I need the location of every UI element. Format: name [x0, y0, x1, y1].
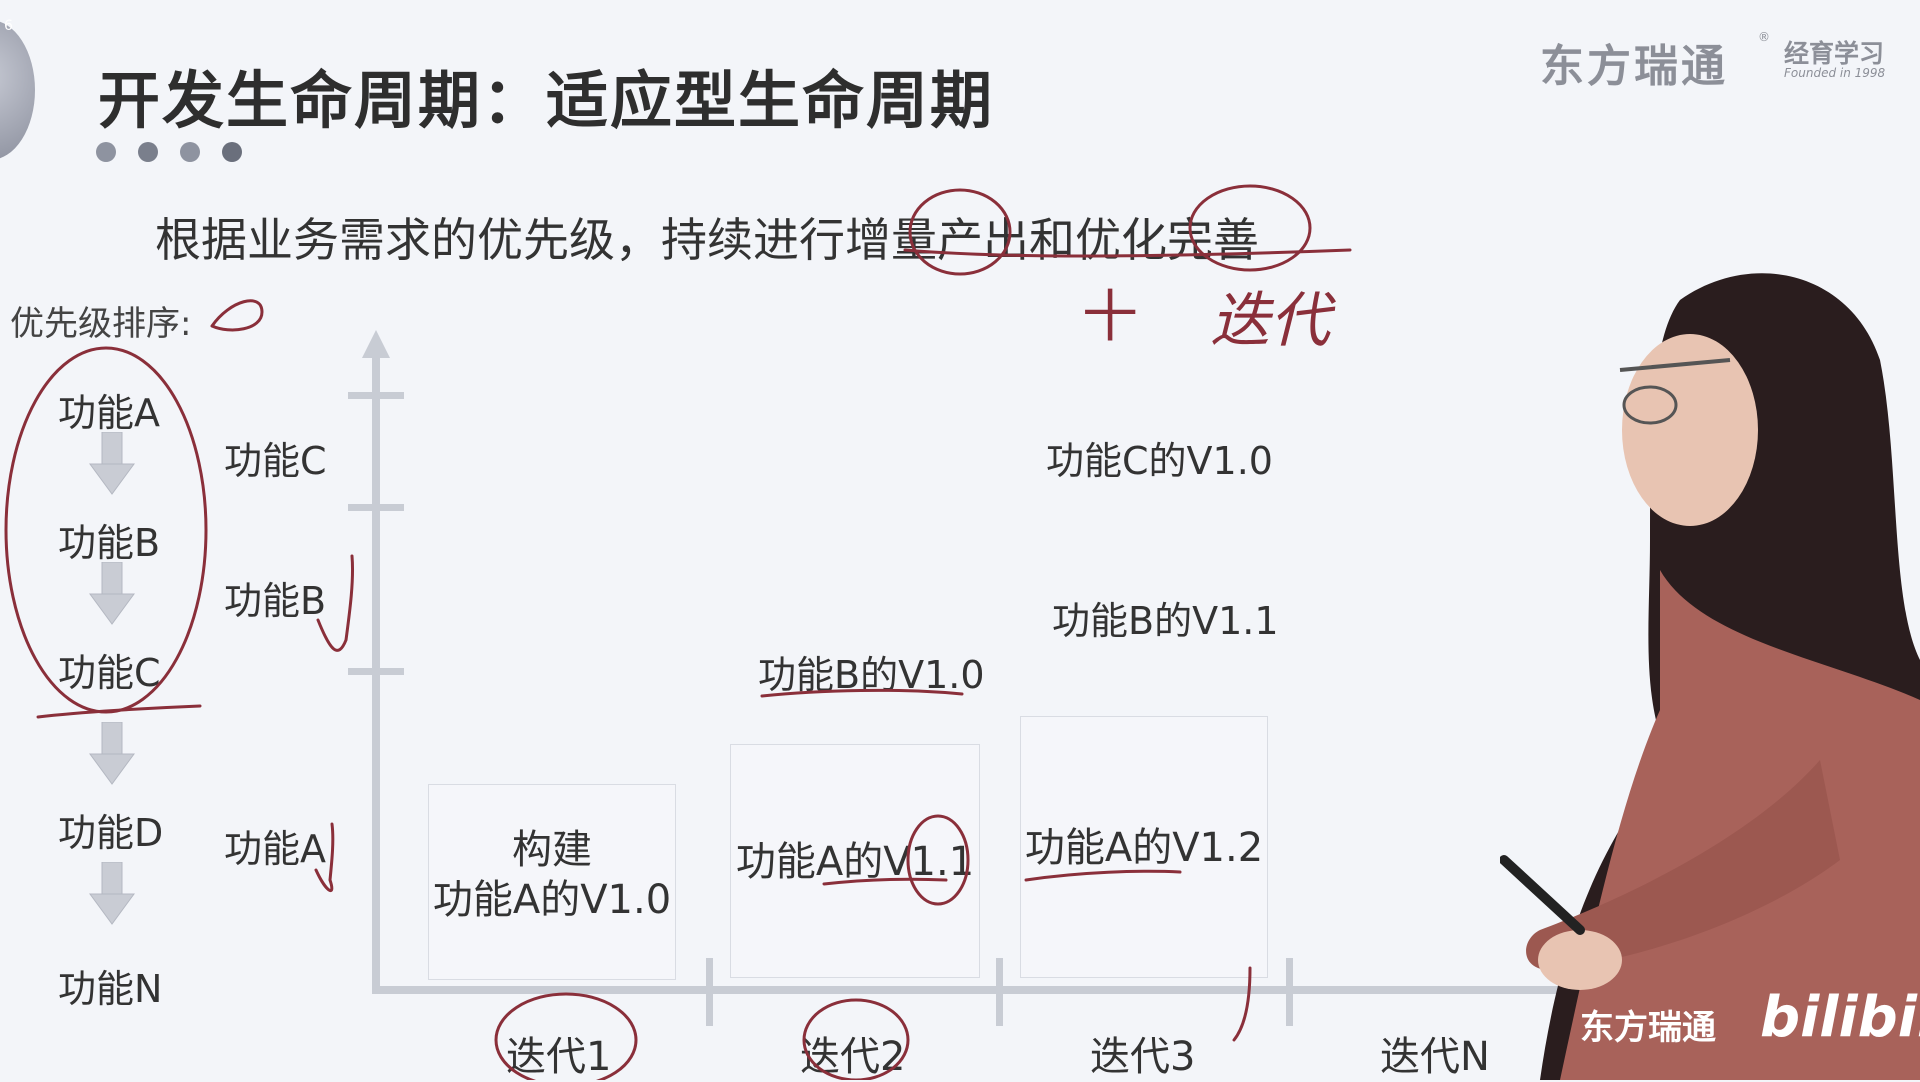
version-underline-mark	[1024, 869, 1182, 882]
iteration-circle-mark	[802, 998, 910, 1080]
version-underline-mark	[822, 877, 948, 886]
channel-watermark: 东方瑞通	[1580, 1008, 1716, 1048]
label-scribble-mark	[210, 299, 264, 332]
iteration-circle-mark	[494, 992, 638, 1080]
subtitle-circle-mark	[1188, 184, 1312, 272]
check-mark	[314, 822, 335, 893]
version-underline-mark	[760, 688, 964, 698]
presenter-image	[1500, 273, 1920, 1080]
subtitle-underline-mark	[903, 248, 1352, 258]
bilibili-logo: bilibili	[1760, 985, 1920, 1050]
subtitle-circle-mark	[908, 188, 1012, 276]
iteration-check-mark	[1232, 966, 1252, 1042]
version-circle-mark	[906, 814, 970, 906]
priority-underline-mark	[36, 704, 202, 719]
check-mark	[316, 554, 355, 652]
priority-circle-mark	[4, 346, 208, 714]
